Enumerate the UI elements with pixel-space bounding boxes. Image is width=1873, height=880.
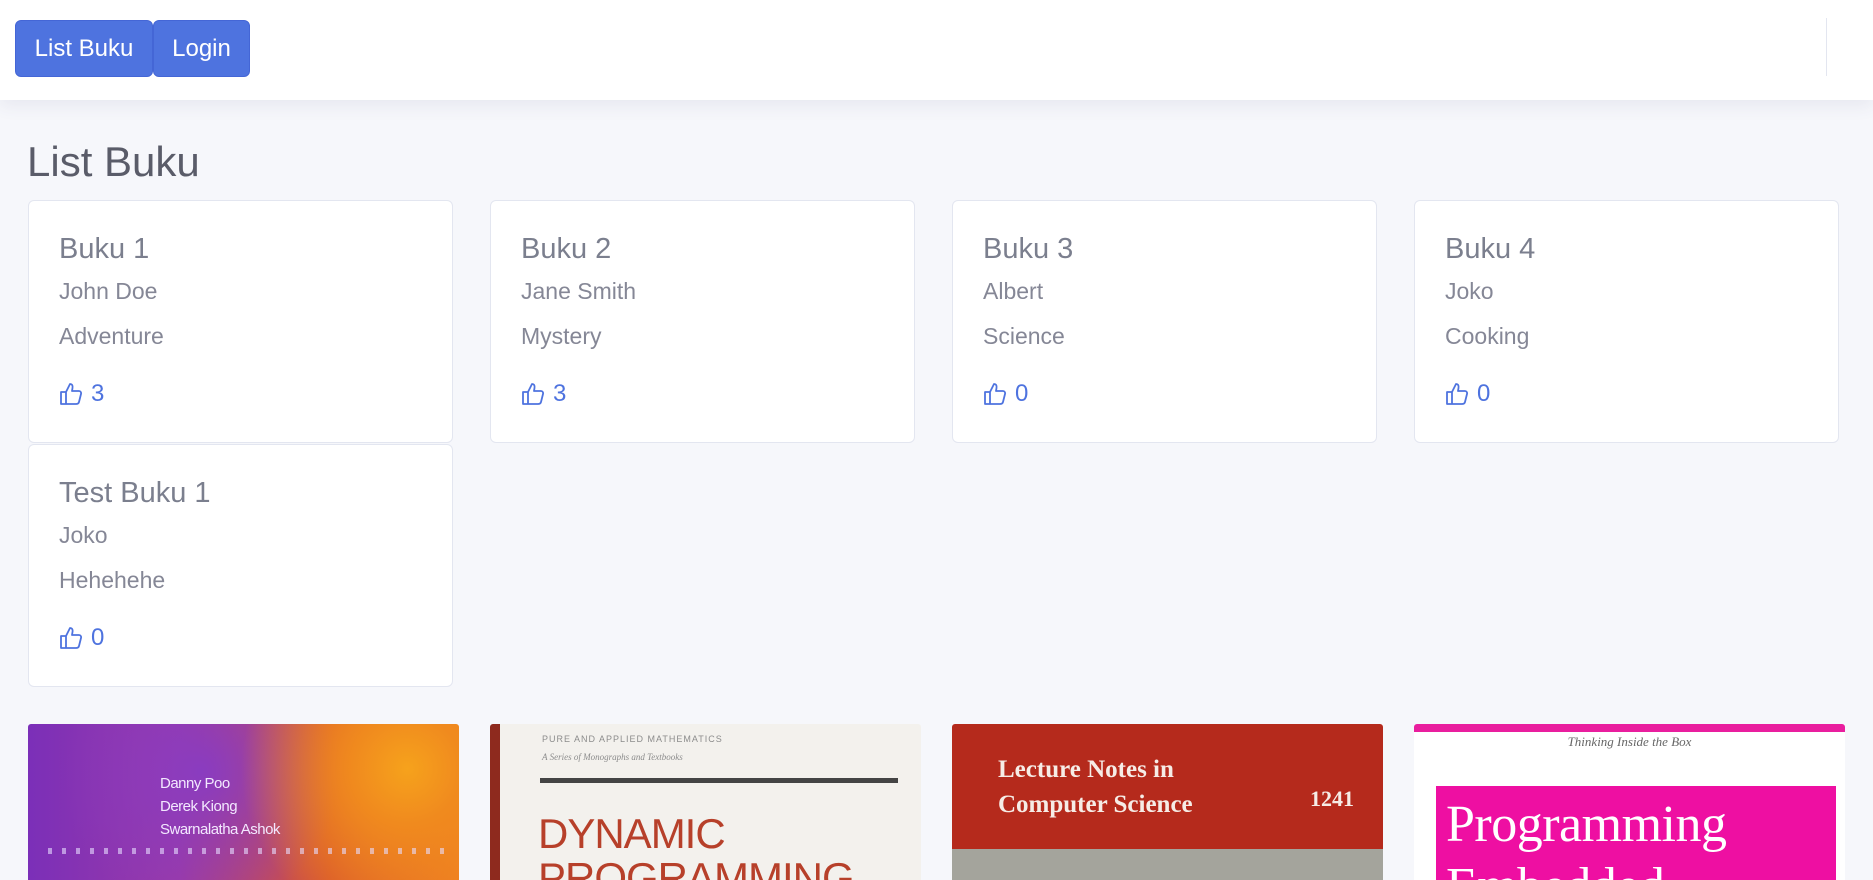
thumbs-up-icon	[984, 383, 1007, 405]
book-author: John Doe	[59, 278, 158, 304]
book-cover-image[interactable]: Thinking Inside the Box Programming Embe…	[1414, 724, 1845, 880]
book-cover-image[interactable]: Lecture Notes in Computer Science 1241	[952, 724, 1383, 880]
thumbs-up-icon	[60, 383, 83, 405]
cover-title-box: Programming Embedded	[1436, 786, 1836, 880]
like-count: 0	[91, 624, 105, 651]
cover-tagline: Thinking Inside the Box	[1567, 734, 1692, 749]
thumbs-up-icon	[60, 627, 83, 649]
like-count: 0	[1477, 380, 1491, 407]
like-button[interactable]: 3	[59, 379, 104, 409]
like-button[interactable]: 0	[1445, 379, 1490, 409]
top-navbar: List Buku Login	[0, 0, 1873, 100]
like-button[interactable]: 3	[521, 379, 566, 409]
cover-rule	[540, 778, 898, 783]
thumbs-up-icon	[522, 383, 545, 405]
book-cover-image[interactable]: Danny Poo Derek Kiong Swarnalatha Ashok	[28, 724, 459, 880]
cover-spine	[490, 724, 500, 880]
cover-authors: Danny Poo Derek Kiong Swarnalatha Ashok	[160, 775, 280, 838]
cover-title: DYNAMIC PROGRAMMING	[538, 810, 855, 880]
like-count: 0	[1015, 380, 1029, 407]
cover-title: Lecture Notes in Computer Science	[998, 756, 1193, 818]
book-genre: Cooking	[1445, 323, 1530, 349]
like-button[interactable]: 0	[59, 623, 104, 653]
cover-subtitle: A Series of Monographs and Textbooks	[542, 752, 683, 762]
like-count: 3	[91, 380, 105, 407]
book-title: Buku 4	[1445, 233, 1536, 265]
book-author: Joko	[1445, 278, 1494, 304]
cover-title: Programming Embedded	[1446, 796, 1727, 880]
cover-topline	[1414, 724, 1845, 732]
book-author: Joko	[59, 522, 108, 548]
book-genre: Adventure	[59, 323, 164, 349]
book-genre: Science	[983, 323, 1065, 349]
book-cover-image[interactable]: PURE AND APPLIED MATHEMATICS A Series of…	[490, 724, 921, 880]
book-genre: Hehehehe	[59, 567, 166, 593]
cover-series: PURE AND APPLIED MATHEMATICS	[542, 734, 723, 744]
book-author: Jane Smith	[521, 278, 637, 304]
page-title: List Buku	[27, 138, 200, 185]
like-count: 3	[553, 380, 567, 407]
book-card: Buku 4 Joko Cooking 0	[1414, 200, 1839, 443]
cover-volume: 1241	[1310, 786, 1354, 811]
login-button[interactable]: Login	[153, 20, 250, 77]
cover-band	[952, 849, 1383, 880]
cover-pattern	[48, 848, 448, 854]
book-card: Buku 1 John Doe Adventure 3	[28, 200, 453, 443]
book-card: Buku 3 Albert Science 0	[952, 200, 1377, 443]
book-author: Albert	[983, 278, 1044, 304]
thumbs-up-icon	[1446, 383, 1469, 405]
book-title: Test Buku 1	[59, 477, 211, 509]
book-title: Buku 3	[983, 233, 1074, 265]
book-genre: Mystery	[521, 323, 602, 349]
book-card: Test Buku 1 Joko Hehehehe 0	[28, 444, 453, 687]
like-button[interactable]: 0	[983, 379, 1028, 409]
book-title: Buku 1	[59, 233, 150, 265]
navbar-divider	[1826, 18, 1827, 76]
list-buku-button[interactable]: List Buku	[15, 20, 153, 77]
book-card: Buku 2 Jane Smith Mystery 3	[490, 200, 915, 443]
book-title: Buku 2	[521, 233, 612, 265]
